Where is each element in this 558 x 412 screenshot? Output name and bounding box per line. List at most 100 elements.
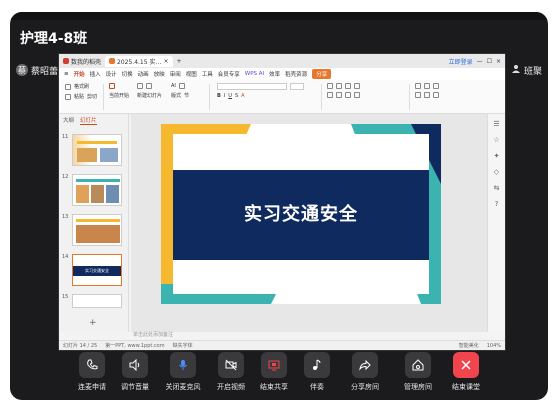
format-painter-label[interactable]: 格式刷	[74, 83, 89, 90]
bullets-icon[interactable]	[327, 83, 333, 89]
star-icon[interactable]: ☆	[493, 136, 499, 144]
menu-docer[interactable]: 稻壳资源	[285, 70, 307, 78]
docer-icon	[63, 58, 69, 64]
minimize-icon[interactable]: —	[477, 58, 483, 65]
shapes-icon[interactable]	[415, 83, 421, 89]
accompaniment-button[interactable]: 伴奏	[298, 352, 336, 400]
slide-thumbnail[interactable]	[72, 134, 122, 166]
menu-animation[interactable]: 动画	[138, 70, 149, 78]
raise-hand-button[interactable]: 连麦申请	[73, 352, 111, 400]
slide-title[interactable]: 实习交通安全	[161, 200, 441, 226]
bold-icon[interactable]: B	[217, 93, 221, 99]
menu-review[interactable]: 审阅	[170, 70, 181, 78]
tab-presentation[interactable]: 2025.4.15 实… ×	[105, 55, 173, 67]
slide-thumbnail[interactable]	[72, 214, 122, 246]
thumbnail-item[interactable]: 12	[62, 174, 122, 206]
menu-transition[interactable]: 切换	[122, 70, 133, 78]
attendees-button[interactable]: 班聚	[511, 62, 542, 78]
home-gear-icon	[405, 352, 431, 378]
numbering-icon[interactable]	[336, 83, 342, 89]
cut-label[interactable]: 剪切	[87, 93, 97, 100]
effects-icon[interactable]	[424, 92, 430, 98]
close-window-icon[interactable]: ×	[496, 58, 501, 65]
ribbon-menu: ≡ 开始 插入 设计 切换 动画 放映 审阅 视图 工具 会员专享 WPS AI…	[59, 68, 505, 80]
strikethrough-icon[interactable]: S	[235, 93, 238, 99]
add-slide-button[interactable]: +	[89, 318, 97, 328]
layout-button[interactable]: 版式	[171, 92, 181, 99]
new-slide-icon[interactable]	[137, 83, 143, 89]
mute-mic-button[interactable]: 关闭麦克风	[159, 352, 207, 400]
missing-font-hint[interactable]: 缺失字体	[173, 342, 193, 349]
paste-label[interactable]: 粘贴	[74, 93, 84, 100]
play-icon[interactable]	[109, 83, 115, 89]
menu-view[interactable]: 视图	[186, 70, 197, 78]
smart-beauty-button[interactable]: 智能美化	[459, 342, 479, 349]
maximize-icon[interactable]: ☐	[487, 58, 492, 65]
manage-room-button[interactable]: 管理房间	[394, 352, 442, 400]
notes-placeholder[interactable]: 单击此处添加备注	[133, 331, 173, 338]
login-link[interactable]: 立即登录	[449, 57, 473, 66]
paste-icon[interactable]	[65, 93, 71, 100]
align-left-icon[interactable]	[327, 92, 333, 98]
underline-icon[interactable]: U	[228, 93, 232, 99]
menu-file[interactable]: ≡	[64, 71, 69, 77]
align-right-icon[interactable]	[345, 92, 351, 98]
menu-tools[interactable]: 工具	[202, 70, 213, 78]
line-spacing-icon[interactable]	[354, 83, 360, 89]
properties-icon[interactable]: ☰	[493, 120, 499, 128]
font-size-select[interactable]	[290, 83, 304, 90]
slide-thumbnail-selected[interactable]: 实习交通安全	[72, 254, 122, 286]
layout-icon[interactable]	[146, 83, 152, 89]
menu-design[interactable]: 设计	[106, 70, 117, 78]
justify-icon[interactable]	[354, 92, 360, 98]
section-button[interactable]: 节	[184, 92, 189, 99]
close-tab-icon[interactable]: ×	[163, 58, 168, 65]
tab-docer[interactable]: 数我的稻壳	[59, 56, 105, 67]
slides-group: 新建幻灯片	[137, 83, 162, 99]
font-name-select[interactable]	[217, 83, 287, 90]
video-off-icon	[218, 352, 244, 378]
arrange-icon[interactable]	[424, 83, 430, 89]
format-painter-icon[interactable]	[65, 83, 71, 90]
menu-home[interactable]: 开始	[74, 70, 85, 78]
tab-slides[interactable]: 幻灯片	[80, 116, 97, 125]
menu-efficiency[interactable]: 效率	[269, 70, 280, 78]
menu-slideshow[interactable]: 放映	[154, 70, 165, 78]
volume-button[interactable]: 调节音量	[116, 352, 154, 400]
slide-thumbnail[interactable]	[72, 174, 122, 206]
font-color-icon[interactable]: A	[241, 93, 244, 99]
control-label: 管理房间	[404, 383, 432, 391]
room-title: 护理4-8班	[20, 31, 88, 47]
current-slide[interactable]: 实习交通安全	[161, 124, 441, 304]
menu-insert[interactable]: 插入	[90, 70, 101, 78]
tab-outline[interactable]: 大纲	[63, 116, 74, 125]
find-icon[interactable]	[433, 92, 439, 98]
align-center-icon[interactable]	[336, 92, 342, 98]
share-room-button[interactable]: 分享房间	[341, 352, 389, 400]
fill-icon[interactable]	[433, 83, 439, 89]
thumbnail-item[interactable]: 14 实习交通安全	[62, 254, 122, 286]
italic-icon[interactable]: I	[224, 93, 225, 99]
menu-member[interactable]: 会员专享	[218, 70, 240, 78]
ai-icon[interactable]	[178, 83, 185, 89]
menu-wps-ai[interactable]: WPS AI	[245, 71, 264, 77]
stop-share-button[interactable]: 结束共享	[255, 352, 293, 400]
shapes-icon[interactable]: ◇	[494, 168, 499, 176]
help-icon[interactable]: ?	[495, 200, 499, 208]
slide-thumbnail[interactable]	[72, 294, 122, 308]
new-slide-button[interactable]: 新建幻灯片	[137, 92, 162, 99]
current-start-button[interactable]: 当前开始	[109, 92, 129, 99]
outline-icon[interactable]	[415, 92, 421, 98]
indent-icon[interactable]	[345, 83, 351, 89]
thumbnail-item[interactable]: 11	[62, 134, 122, 166]
end-class-button[interactable]: 结束课堂	[447, 352, 485, 400]
translate-icon[interactable]: ⇆	[494, 184, 500, 192]
magic-icon[interactable]: ✦	[494, 152, 500, 160]
start-video-button[interactable]: 开启视频	[212, 352, 250, 400]
new-tab-button[interactable]: +	[173, 56, 186, 67]
share-button[interactable]: 分享	[312, 69, 332, 79]
zoom-level[interactable]: 104%	[487, 343, 505, 349]
ai-button[interactable]: AI	[171, 83, 176, 89]
thumbnail-item[interactable]: 13	[62, 214, 122, 246]
thumbnail-item[interactable]: 15	[62, 294, 122, 308]
